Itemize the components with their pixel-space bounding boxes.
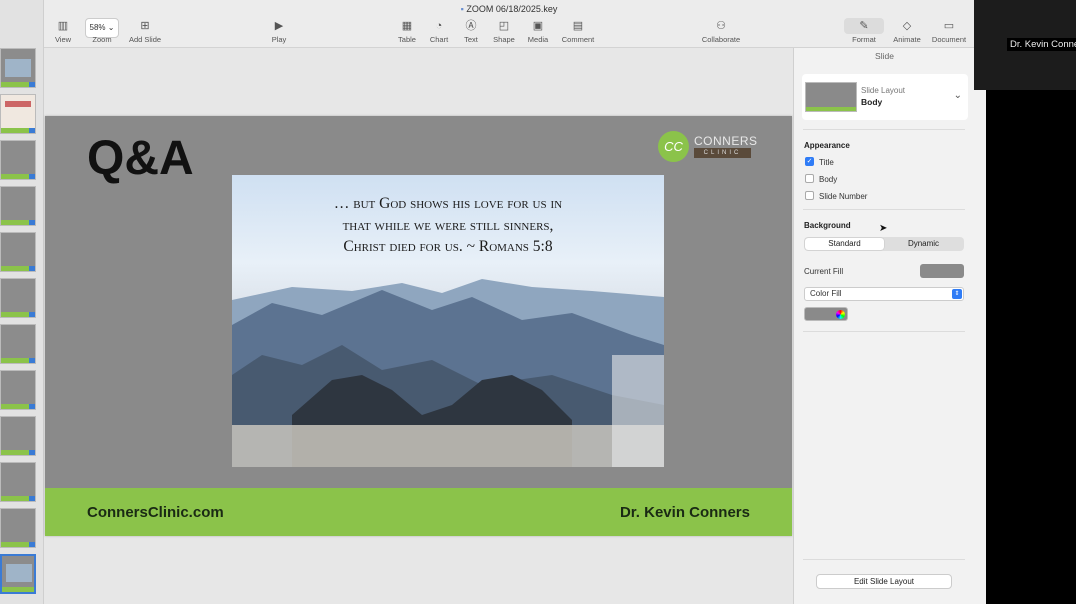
- document-label: Document: [931, 35, 967, 44]
- slide-thumbnail[interactable]: [0, 186, 36, 226]
- format-inspector: Slide Slide Layout Body ⌄ Appearance ✓ T…: [793, 48, 974, 604]
- current-fill-swatch[interactable]: [920, 264, 964, 278]
- fill-type-value: Color Fill: [810, 289, 842, 298]
- color-wheel-icon[interactable]: [836, 310, 845, 319]
- inspector-tabs: ✎ Format ◇ Animate ▭ Document: [793, 18, 974, 48]
- slide-thumbnail[interactable]: [0, 370, 36, 410]
- add-slide-label: Add Slide: [128, 35, 162, 44]
- footer-presenter[interactable]: Dr. Kevin Conners: [620, 504, 750, 521]
- format-tab[interactable]: ✎ Format: [842, 18, 886, 44]
- dynamic-segment[interactable]: Dynamic: [884, 238, 963, 250]
- slide-thumbnail[interactable]: [0, 94, 36, 134]
- slide-thumbnail[interactable]: [0, 48, 36, 88]
- slide[interactable]: Q&A CC CONNERS CLINIC … but God shows hi…: [45, 116, 792, 536]
- title-checkbox[interactable]: ✓: [805, 157, 814, 166]
- appearance-heading: Appearance: [804, 141, 850, 150]
- slide-layout-selector[interactable]: Slide Layout Body ⌄: [802, 74, 968, 120]
- slide-thumbnail[interactable]: [0, 232, 36, 272]
- chevron-down-icon: ⌄: [107, 23, 115, 32]
- window-title: ▪ ZOOM 06/18/2025.key: [44, 4, 974, 14]
- title-checkbox-label: Title: [819, 158, 834, 167]
- play-button[interactable]: ▶ Play: [253, 18, 305, 44]
- comment-button[interactable]: ▤ Comment: [552, 18, 604, 44]
- quote-line-2: that while we were still sinners,: [342, 216, 554, 234]
- slide-number-checkbox-label: Slide Number: [819, 192, 868, 201]
- collaborate-label: Collaborate: [701, 35, 741, 44]
- updown-chevron-icon: ⇕: [952, 289, 962, 299]
- slide-number-checkbox[interactable]: [805, 191, 814, 200]
- slide-navigator[interactable]: [0, 0, 44, 604]
- comment-icon: ▤: [572, 20, 584, 32]
- current-fill-label: Current Fill: [804, 267, 844, 276]
- add-slide-button[interactable]: ⊞ Add Slide: [119, 18, 171, 44]
- quote-line-3: Christ died for us. ~ Romans 5:8: [343, 238, 553, 255]
- document-icon: ▪: [460, 4, 464, 14]
- color-well[interactable]: [804, 307, 848, 321]
- bible-quote[interactable]: … but God shows his love for us in that …: [232, 193, 664, 258]
- conners-clinic-logo[interactable]: CC CONNERS CLINIC: [658, 131, 757, 163]
- inspector-header: Slide: [875, 51, 894, 61]
- layout-thumbnail: [805, 82, 857, 112]
- footer-website[interactable]: ConnersClinic.com: [87, 504, 224, 521]
- collaborate-icon: ⚇: [716, 20, 726, 32]
- play-label: Play: [271, 35, 287, 44]
- keynote-app: ▪ ZOOM 06/18/2025.key ▥ View 58% ⌄ Zoom ⊞ A…: [0, 0, 1076, 604]
- background-segmented-control[interactable]: Standard Dynamic: [804, 237, 964, 251]
- slide-thumbnail[interactable]: [0, 324, 36, 364]
- window-edge: [974, 90, 986, 604]
- format-label: Format: [852, 35, 876, 44]
- background-heading: Background: [804, 221, 851, 230]
- logo-text-top: CONNERS: [694, 134, 758, 148]
- animate-label: Animate: [893, 35, 921, 44]
- divider: [803, 331, 965, 332]
- zoom-value: 58%: [89, 23, 106, 32]
- play-icon: ▶: [274, 20, 284, 32]
- slide-thumbnail-selected[interactable]: [0, 554, 36, 594]
- comment-label: Comment: [561, 35, 595, 44]
- slide-thumbnail[interactable]: [0, 416, 36, 456]
- chevron-down-icon: ⌄: [953, 90, 962, 101]
- mountain-photo[interactable]: … but God shows his love for us in that …: [232, 175, 664, 467]
- animate-tab[interactable]: ◇ Animate: [885, 18, 929, 44]
- mouse-pointer-icon: ➤: [879, 223, 888, 234]
- slide-title[interactable]: Q&A: [87, 131, 194, 186]
- edit-slide-layout-button[interactable]: Edit Slide Layout: [816, 574, 952, 589]
- body-checkbox-label: Body: [819, 175, 838, 184]
- logo-initials: CC: [658, 131, 689, 162]
- slide-thumbnail[interactable]: [0, 462, 36, 502]
- slide-layout-label: Slide Layout: [861, 86, 906, 95]
- zoom-participant-name: Dr. Kevin Conners: [1007, 38, 1076, 51]
- quote-line-1: … but God shows his love for us in: [333, 195, 563, 212]
- fill-type-select[interactable]: Color Fill ⇕: [804, 287, 964, 301]
- slide-thumbnail[interactable]: [0, 140, 36, 180]
- slide-layout-value: Body: [861, 97, 883, 107]
- slide-footer: ConnersClinic.com Dr. Kevin Conners: [45, 488, 792, 536]
- window-title-text: ZOOM 06/18/2025.key: [466, 4, 558, 14]
- standard-segment[interactable]: Standard: [805, 238, 884, 250]
- divider: [803, 209, 965, 210]
- slide-thumbnail[interactable]: [0, 278, 36, 318]
- slide-thumbnail[interactable]: [0, 508, 36, 548]
- document-tab[interactable]: ▭ Document: [927, 18, 971, 44]
- document-icon: ▭: [943, 20, 955, 32]
- paintbrush-icon: ✎: [844, 18, 884, 34]
- divider: [803, 129, 965, 130]
- diamond-icon: ◇: [902, 20, 912, 32]
- divider: [803, 559, 965, 560]
- body-checkbox[interactable]: [805, 174, 814, 183]
- logo-text-bottom: CLINIC: [694, 148, 751, 158]
- collaborate-button[interactable]: ⚇ Collaborate: [695, 18, 747, 44]
- add-slide-icon: ⊞: [140, 20, 150, 32]
